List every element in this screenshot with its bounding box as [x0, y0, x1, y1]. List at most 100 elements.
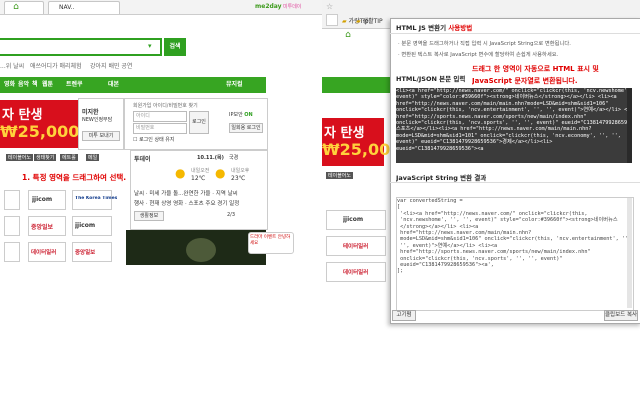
region-select[interactable]: 국경 — [229, 154, 238, 161]
below-search-link-1[interactable]: ...위 날씨 — [0, 61, 24, 70]
search-input[interactable] — [0, 38, 162, 56]
news-logo-6-text: 중앙일보 — [75, 250, 96, 256]
news-thumb-3[interactable] — [4, 242, 20, 262]
profile-sub: NEW인정부담 — [82, 117, 113, 123]
metoo-link[interactable]: 미투데이 — [283, 3, 301, 10]
info-row-2[interactable]: 행사 · 현재 상영 영화 · 스포츠 주요 경기 일정 — [134, 199, 239, 207]
today-title: 투데이 — [134, 156, 151, 163]
news-logo-3[interactable]: 중앙일보 — [28, 216, 66, 236]
me2day-link[interactable]: me2day — [255, 3, 282, 10]
home-icon-right[interactable]: ⌂ — [342, 30, 354, 40]
source-scrollbar[interactable] — [627, 88, 632, 163]
id-input[interactable]: 아이디 — [133, 111, 187, 122]
right-news-logo-1-text: jjicom — [343, 216, 364, 223]
password-input[interactable]: 비밀번호 — [133, 123, 187, 134]
bookmark-link-2[interactable]: ▰ 생활TIP — [356, 16, 383, 25]
left-browser-window: ⌂ NAV.. me2day 미투데이 ▾ 검색 ...위 날씨 애쓰어디가 매… — [0, 0, 322, 265]
news-thumb-2[interactable] — [4, 216, 20, 236]
tag-1[interactable]: 테이블어노 — [6, 154, 34, 161]
forecast-1-temp: 12℃ — [191, 175, 206, 182]
news-logo-6[interactable]: 중앙일보 — [72, 242, 112, 262]
tag-4[interactable]: 메일 — [86, 154, 100, 161]
forecast-1-label: 내일오전 — [191, 168, 210, 174]
forecast-2-label: 내일오후 — [231, 168, 250, 174]
highlight-line-1: 드래그 한 영역이 자동으로 HTML 표시 및 — [472, 65, 599, 73]
nav-item-musical[interactable]: 뮤지컬 — [226, 77, 243, 93]
right-news-logo-3[interactable]: 데이터일러 — [326, 262, 386, 282]
news-logo-4-text: jjicom — [75, 222, 96, 229]
today-panel: 투데이 10.11.(목) 국경 ● 내일오전 12℃ ● 내일오후 23℃ 날… — [130, 150, 268, 230]
promo-banner[interactable]: 자 탄생 ₩25,000 — [0, 100, 80, 148]
right-promo-banner[interactable]: 자 탄생 ₩25,000 — [322, 118, 401, 166]
keep-login-label: 로그인 상태 유지 — [139, 137, 175, 143]
sun-icon-2: ● — [215, 166, 226, 180]
clipboard-copy-button[interactable]: 클립보드 복사 — [604, 310, 638, 321]
right-news-logo-2-text: 테이터일러 — [343, 244, 369, 250]
divider — [390, 33, 640, 34]
home-icon[interactable]: ⌂ — [10, 2, 22, 12]
folder-icon: ▰ — [342, 18, 347, 25]
right-news-logo-3-text: 데이터일러 — [343, 270, 369, 276]
news-logo-2-text: The Korea Times — [75, 196, 118, 201]
tag-2[interactable]: 생태찾기 — [34, 154, 57, 161]
ip-security-label: IP보안 — [229, 112, 243, 118]
news-logo-5[interactable]: 데이터일러 — [28, 242, 66, 262]
right-news-logo-1[interactable]: jjicom — [326, 210, 386, 230]
banner-line-2: ₩25,000 — [0, 122, 80, 141]
right-banner-line-1: 자 탄생 — [324, 126, 365, 141]
pager: 2/3 — [227, 212, 236, 218]
bookmark-folder-icon[interactable] — [326, 14, 338, 26]
popup-title-prefix: HTML JS 변환기 — [396, 24, 447, 32]
chevron-down-icon[interactable]: ▾ — [148, 42, 152, 50]
below-search-link-2[interactable]: 애쓰어디가 매리체험 — [30, 61, 82, 70]
login-button[interactable]: 로그인 — [189, 111, 209, 134]
folder-icon-2: ▰ — [356, 18, 361, 25]
category-nav-bar: 영화 음악 책 웹툰 트렌쿠 대본 뮤지컬 — [0, 77, 266, 93]
nav-item-webtoon[interactable]: 웹툰 — [42, 77, 53, 93]
popup-title-suffix: 사용방법 — [448, 24, 473, 32]
instruction-bullet-2: · 변환된 텍스트 복사로 JavaScript 변수에 할당하여 손쉽게 사용… — [398, 52, 559, 58]
html-source-textarea[interactable]: <li><a href="http://news.naver.com/" onc… — [396, 88, 632, 163]
login-panel: 회원가입 아이디/비밀번호 찾기 아이디 비밀번호 로그인 ☐ 로그인 상태 유… — [124, 98, 268, 150]
news-logo-3-text: 중앙일보 — [31, 224, 54, 231]
result-scrollbar[interactable] — [627, 198, 632, 308]
news-logo-1-text: jjicom — [32, 196, 53, 203]
section-html-input-title: HTML/JSON 본문 입력 — [396, 75, 466, 83]
instruction-text: 1. 특정 영역을 드래그하여 선택. — [22, 173, 127, 182]
keep-login-checkbox[interactable]: ☐ 로그인 상태 유지 — [133, 136, 174, 143]
divider-2 — [390, 182, 640, 183]
ip-security-status: ON — [244, 112, 253, 118]
below-search-link-3[interactable]: 강아지 배민 공연 — [90, 61, 132, 70]
tag-3[interactable]: 에트롤 — [60, 154, 78, 161]
news-logo-1[interactable]: jjicom — [28, 190, 66, 210]
one-time-login-button[interactable]: 일회용 로그인 — [229, 123, 263, 133]
signup-link[interactable]: 회원가입 아이디/비밀번호 찾기 — [133, 102, 198, 109]
right-tag-1[interactable]: 테이블어노 — [326, 172, 354, 179]
info-row-1[interactable]: 날씨 · 미세 가을 돌...완연한 가을 · 지역 날씨 — [134, 189, 238, 197]
news-logo-4[interactable]: jjicom — [72, 216, 112, 236]
instruction-bullet-1: · 분문 영역을 드래그하거나 직접 입력 시 JavaScript Strin… — [398, 41, 571, 47]
today-date: 10.11.(목) — [197, 155, 224, 161]
section-js-result-title: JavaScript String 변환 결과 — [396, 174, 487, 182]
video-figure — [186, 238, 216, 262]
js-string-result-textarea[interactable]: var convertedString = [ '<li><a href="ht… — [396, 197, 634, 311]
news-thumb-1[interactable] — [4, 190, 20, 210]
star-icon[interactable]: ☆ — [326, 2, 333, 11]
life-info-select[interactable]: 생활정보 — [134, 211, 164, 221]
nav-item-trend[interactable]: 트렌쿠 — [66, 77, 83, 93]
copy-button[interactable]: 고기펌 — [392, 310, 416, 321]
popup-title: HTML JS 변환기 사용방법 — [396, 22, 472, 32]
news-logo-2[interactable]: The Korea Times — [72, 190, 117, 210]
search-button[interactable]: 검색 — [164, 38, 186, 56]
nav-item-book[interactable]: 책 — [32, 77, 38, 93]
nav-item-script[interactable]: 대본 — [108, 77, 119, 93]
left-tab-2[interactable]: NAV.. — [48, 1, 120, 14]
nav-item-movie[interactable]: 영화 — [4, 77, 15, 93]
highlight-line-2: JavaScript 문자열로 변환됩니다. — [472, 77, 578, 85]
nav-item-music[interactable]: 음악 — [18, 77, 29, 93]
right-news-logo-2[interactable]: 테이터일러 — [326, 236, 386, 256]
send-metoo-button[interactable]: 미투 보내기 — [82, 131, 120, 141]
ip-security[interactable]: IP보안 ON — [229, 111, 253, 118]
news-logo-5-text: 데이터일러 — [31, 250, 57, 256]
video-thumbnail[interactable] — [126, 230, 266, 265]
